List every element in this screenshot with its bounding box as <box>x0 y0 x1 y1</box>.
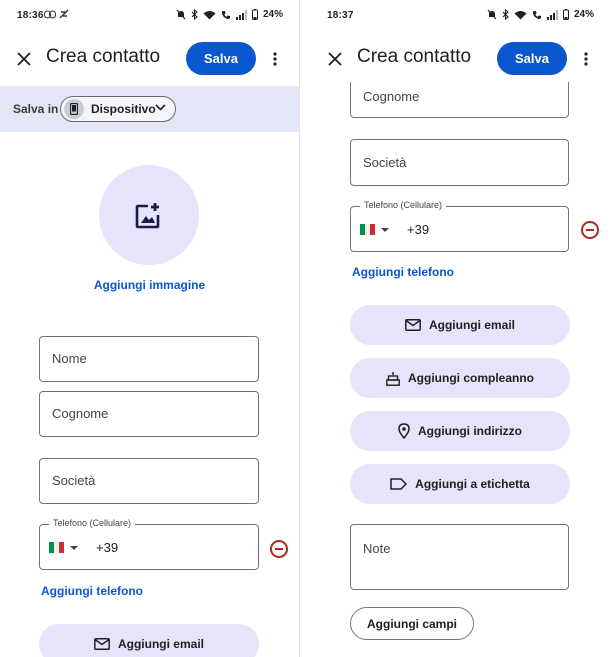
add-phone-link[interactable]: Aggiungi telefono <box>41 584 143 598</box>
add-label-label: Aggiungi a etichetta <box>415 477 530 491</box>
close-button[interactable] <box>10 45 38 73</box>
battery-icon <box>562 9 569 20</box>
top-app-bar: Crea contatto Salva <box>311 32 610 82</box>
battery-percent: 24% <box>573 9 594 20</box>
close-button[interactable] <box>321 45 349 73</box>
battery-icon <box>251 9 258 20</box>
country-dropdown-caret[interactable] <box>381 228 389 232</box>
remove-phone-button[interactable] <box>581 221 599 239</box>
add-label-button[interactable]: Aggiungi a etichetta <box>350 464 570 504</box>
add-email-label: Aggiungi email <box>117 637 204 651</box>
phone-field[interactable]: Telefono (Cellulare) +39 <box>39 518 259 570</box>
close-icon <box>328 52 342 66</box>
add-email-button[interactable]: Aggiungi email <box>350 305 570 345</box>
company-placeholder: Società <box>363 155 407 170</box>
italy-flag-icon[interactable] <box>49 542 64 553</box>
surname-field[interactable]: Cognome <box>39 391 259 437</box>
label-icon <box>390 478 408 490</box>
add-birthday-label: Aggiungi compleanno <box>408 371 534 385</box>
save-location-value: Dispositivo <box>91 102 156 116</box>
remove-phone-button[interactable] <box>270 540 288 558</box>
add-photo-icon <box>135 203 160 229</box>
chevron-down-icon <box>155 104 166 111</box>
phone-device-icon <box>64 99 84 119</box>
save-location-dropdown[interactable]: Dispositivo <box>60 96 176 122</box>
company-field[interactable]: Società <box>350 139 569 186</box>
mail-icon <box>405 319 421 331</box>
add-fields-button[interactable]: Aggiungi campi <box>350 607 474 640</box>
country-dropdown-caret[interactable] <box>70 546 78 550</box>
phone-field-label: Telefono (Cellulare) <box>49 518 136 528</box>
screen-create-contact-scrolled: 18:37 24% Cognome Crea contatto Salva So… <box>311 0 610 657</box>
notification-icons <box>44 9 69 19</box>
add-address-label: Aggiungi indirizzo <box>418 424 522 438</box>
top-app-bar: Crea contatto Salva <box>0 32 299 86</box>
company-field[interactable]: Società <box>39 458 259 504</box>
call-icon <box>532 10 541 19</box>
bluetooth-icon <box>502 9 509 20</box>
system-icons: 24% <box>487 9 594 20</box>
name-field[interactable]: Nome <box>39 336 259 382</box>
phone-prefix: +39 <box>96 540 119 555</box>
close-icon <box>17 52 31 66</box>
call-icon <box>221 10 230 19</box>
mute-icon <box>487 9 497 20</box>
wifi-icon <box>203 10 216 19</box>
phone-field-label: Telefono (Cellulare) <box>360 200 447 210</box>
add-fields-label: Aggiungi campi <box>367 616 457 631</box>
page-title: Crea contatto <box>46 46 161 67</box>
status-bar: 18:36 24% <box>0 0 299 32</box>
location-pin-icon <box>398 423 410 439</box>
more-vert-icon <box>584 52 588 66</box>
add-photo-button[interactable] <box>99 165 199 265</box>
notes-field[interactable]: Note <box>350 524 569 590</box>
status-time: 18:36 <box>17 10 44 21</box>
bluetooth-icon <box>191 9 198 20</box>
surname-placeholder: Cognome <box>52 406 109 421</box>
remove-circle-icon <box>586 229 594 231</box>
add-email-label: Aggiungi email <box>428 318 515 332</box>
wifi-icon <box>514 10 527 19</box>
screen-create-contact-top: 18:36 24% Crea contatto Salva Salva in D… <box>0 0 299 657</box>
signal-icon <box>546 9 558 20</box>
more-options-button[interactable] <box>576 47 596 71</box>
more-vert-icon <box>273 52 277 66</box>
add-image-link[interactable]: Aggiungi immagine <box>0 278 299 292</box>
status-bar: 18:37 24% <box>311 0 610 32</box>
mail-icon <box>94 638 110 650</box>
add-phone-link[interactable]: Aggiungi telefono <box>352 265 454 279</box>
add-birthday-button[interactable]: Aggiungi compleanno <box>350 358 570 398</box>
surname-placeholder: Cognome <box>363 89 420 104</box>
battery-percent: 24% <box>262 9 283 20</box>
save-button[interactable]: Salva <box>186 42 256 75</box>
save-button[interactable]: Salva <box>497 42 567 75</box>
add-email-button[interactable]: Aggiungi email <box>39 624 259 657</box>
italy-flag-icon[interactable] <box>360 224 375 235</box>
screen-divider <box>299 0 311 657</box>
status-time: 18:37 <box>327 10 354 21</box>
add-address-button[interactable]: Aggiungi indirizzo <box>350 411 570 451</box>
mute-icon <box>176 9 186 20</box>
page-title: Crea contatto <box>357 46 472 67</box>
system-icons: 24% <box>176 9 283 20</box>
save-in-label: Salva in <box>13 102 59 116</box>
split-screenshot: 18:36 24% Crea contatto Salva Salva in D… <box>0 0 610 657</box>
signal-icon <box>235 9 247 20</box>
cake-icon <box>386 371 400 386</box>
notes-placeholder: Note <box>363 541 391 556</box>
phone-field[interactable]: Telefono (Cellulare) +39 <box>350 200 569 252</box>
more-options-button[interactable] <box>265 47 285 71</box>
phone-prefix: +39 <box>407 222 430 237</box>
company-placeholder: Società <box>52 473 96 488</box>
name-placeholder: Nome <box>52 351 87 366</box>
remove-circle-icon <box>275 548 283 550</box>
